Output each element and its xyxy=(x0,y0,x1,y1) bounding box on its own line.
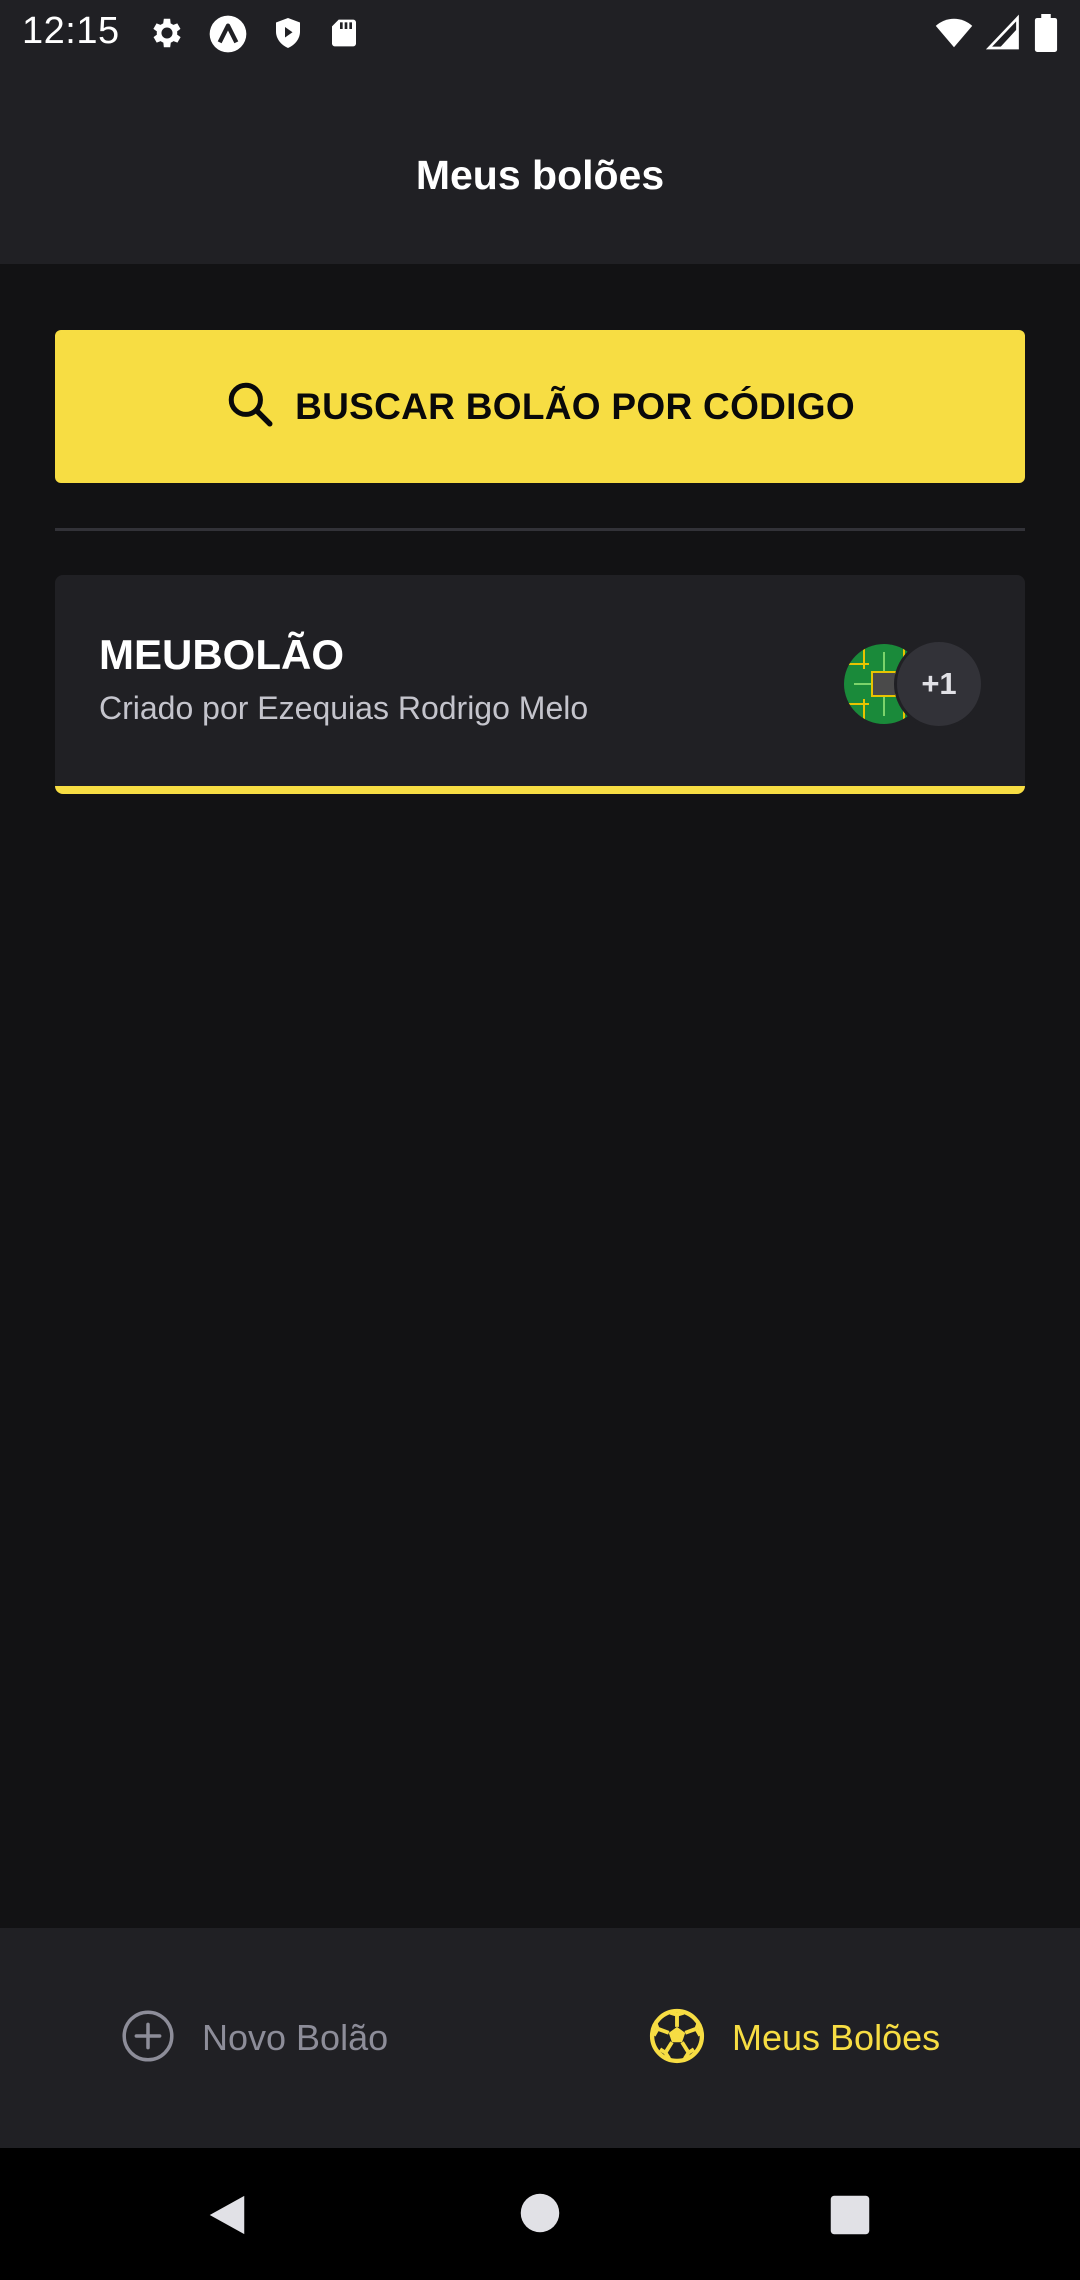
status-time: 12:15 xyxy=(22,10,120,52)
recents-icon[interactable] xyxy=(829,2194,871,2241)
search-icon xyxy=(225,379,275,434)
tab-my-pools[interactable]: Meus Bolões xyxy=(648,1928,940,2148)
back-icon[interactable] xyxy=(205,2192,249,2243)
pool-title: MEUBOLÃO xyxy=(99,631,344,678)
search-pool-by-code-button[interactable]: BUSCAR BOLÃO POR CÓDIGO xyxy=(55,330,1025,483)
tab-new-pool-label: Novo Bolão xyxy=(202,2017,389,2058)
adaptive-icon xyxy=(208,14,248,54)
shield-icon xyxy=(270,14,306,54)
pool-card[interactable]: MEUBOLÃO Criado por Ezequias Rodrigo Mel… xyxy=(55,575,1025,794)
status-right-icons xyxy=(934,14,1058,52)
plus-circle-icon xyxy=(120,2008,176,2069)
bottom-tab-bar: Novo Bolão Meus Bolões xyxy=(0,1928,1080,2148)
home-icon[interactable] xyxy=(519,2192,561,2239)
battery-icon xyxy=(1034,14,1058,52)
tab-my-pools-label: Meus Bolões xyxy=(732,2017,941,2058)
participants-count-badge: +1 xyxy=(894,639,984,729)
system-nav-bar xyxy=(0,2148,1080,2280)
divider xyxy=(55,528,1025,531)
search-button-label: BUSCAR BOLÃO POR CÓDIGO xyxy=(295,385,855,427)
sd-card-icon xyxy=(328,14,360,54)
tab-new-pool[interactable]: Novo Bolão xyxy=(120,1928,388,2148)
status-bar: 12:15 xyxy=(0,0,1080,66)
settings-icon xyxy=(148,14,186,54)
pool-owner: Criado por Ezequias Rodrigo Melo xyxy=(99,690,589,726)
soccer-ball-icon xyxy=(648,2007,706,2070)
signal-icon xyxy=(986,14,1022,52)
app-header: Meus bolões xyxy=(0,66,1080,264)
wifi-icon xyxy=(934,14,974,52)
page-title: Meus bolões xyxy=(415,152,665,198)
status-left-icons xyxy=(148,14,360,54)
